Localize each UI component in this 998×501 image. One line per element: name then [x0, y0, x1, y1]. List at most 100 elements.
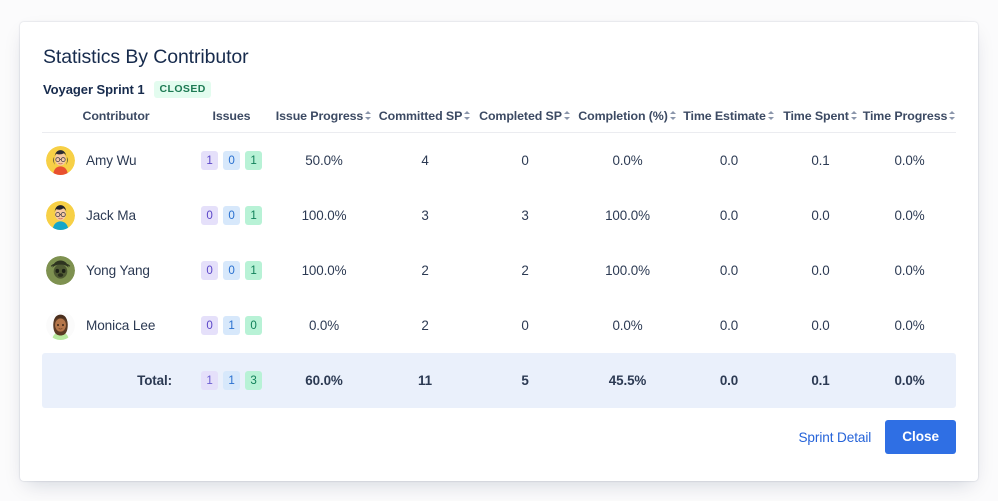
cell-completed-sp: 2: [521, 262, 529, 278]
avatar-jack-ma: [46, 200, 75, 230]
cell-completed-sp: 0: [521, 317, 529, 333]
cell-issues: 1 0 1: [190, 133, 273, 188]
column-header-completion-pct[interactable]: Completion (%): [575, 109, 680, 133]
cell-total-time-progress: 0.0%: [863, 352, 956, 408]
column-header-issues[interactable]: Issues: [190, 109, 273, 133]
cell-time-progress: 0.0%: [894, 262, 925, 278]
cell-issues: 0 0 1: [190, 188, 273, 243]
issue-badge-in-progress: 0: [223, 260, 240, 280]
cell-issue-progress: 50.0%: [305, 152, 343, 168]
cell-total-issue-progress: 60.0%: [273, 352, 375, 408]
issue-badge-in-progress: 1: [223, 315, 240, 335]
cell-time-progress: 0.0%: [894, 152, 925, 168]
cell-time-progress: 0.0%: [894, 207, 925, 223]
issue-badge-todo: 0: [201, 260, 218, 280]
total-label: Total:: [42, 352, 190, 408]
cell-time-estimate: 0.0: [719, 317, 739, 333]
cell-contributor: Jack Ma: [42, 188, 190, 243]
cell-issues: 0 0 1: [190, 243, 273, 298]
cell-contributor: Amy Wu: [42, 133, 190, 188]
cell-total-time-estimate: 0.0: [680, 352, 778, 408]
cell-time-spent: 0.0: [811, 207, 830, 223]
column-label: Time Estimate: [683, 109, 766, 123]
issue-badge-todo: 1: [201, 370, 218, 390]
cell-time-spent: 0.1: [811, 152, 830, 168]
table-row[interactable]: Jack Ma 0 0 1 100.0% 3 3 100.0% 0.0 0.0 …: [42, 188, 956, 243]
cell-completion-pct: 0.0%: [612, 317, 643, 333]
sort-icon[interactable]: [563, 110, 571, 122]
cell-completed-sp: 0: [521, 152, 529, 168]
cell-time-progress: 0.0%: [894, 317, 925, 333]
close-button[interactable]: Close: [885, 420, 956, 454]
statistics-table-wrapper: Contributor Issues Issue Progress Commit…: [42, 109, 956, 408]
cell-issue-progress: 0.0%: [308, 317, 340, 333]
issue-badge-todo: 1: [201, 150, 218, 170]
column-label: Issue Progress: [275, 109, 364, 123]
sprint-name: Voyager Sprint 1: [43, 82, 145, 97]
cell-total-completion-pct: 45.5%: [575, 352, 680, 408]
contributor-name: Monica Lee: [86, 317, 156, 333]
cell-completion-pct: 100.0%: [605, 207, 650, 223]
table-total-row: Total: 1 1 3 60.0% 11 5 45.5% 0.0 0.1 0.…: [42, 352, 956, 408]
page-title: Statistics By Contributor: [43, 46, 249, 68]
avatar-yong-yang: [46, 255, 75, 285]
cell-completed-sp: 3: [521, 207, 529, 223]
issue-badge-in-progress: 0: [223, 205, 240, 225]
table-row[interactable]: Amy Wu 1 0 1 50.0% 4 0 0.0% 0.0 0.1 0.0%: [42, 133, 956, 188]
column-header-time-estimate[interactable]: Time Estimate: [680, 109, 778, 133]
cell-completion-pct: 0.0%: [612, 152, 643, 168]
column-label: Time Progress: [862, 109, 948, 123]
column-label: Completed SP: [479, 109, 562, 123]
sort-icon[interactable]: [669, 110, 677, 122]
sprint-detail-link[interactable]: Sprint Detail: [798, 430, 871, 445]
sort-icon[interactable]: [365, 110, 372, 122]
cell-time-spent: 0.0: [811, 317, 830, 333]
sort-icon[interactable]: [850, 110, 858, 122]
cell-time-estimate: 0.0: [719, 262, 739, 278]
column-label: Completion (%): [578, 109, 668, 123]
table-header-row: Contributor Issues Issue Progress Commit…: [42, 109, 956, 133]
table-body: Amy Wu 1 0 1 50.0% 4 0 0.0% 0.0 0.1 0.0%…: [42, 133, 956, 408]
issue-badge-todo: 0: [201, 315, 218, 335]
cell-committed-sp: 3: [421, 207, 429, 223]
statistics-table: Contributor Issues Issue Progress Commit…: [42, 109, 956, 408]
modal-footer: Sprint Detail Close: [42, 420, 956, 481]
cell-completion-pct: 100.0%: [605, 262, 650, 278]
issue-badge-in-progress: 1: [223, 370, 240, 390]
issue-badge-done: 1: [245, 150, 262, 170]
column-header-time-spent[interactable]: Time Spent: [778, 109, 863, 133]
sort-icon[interactable]: [767, 110, 775, 122]
contributor-name: Jack Ma: [86, 207, 136, 223]
cell-time-estimate: 0.0: [719, 207, 739, 223]
cell-contributor: Monica Lee: [42, 298, 190, 353]
column-header-completed-sp[interactable]: Completed SP: [475, 109, 575, 133]
issue-badge-todo: 0: [201, 205, 218, 225]
column-header-issue-progress[interactable]: Issue Progress: [273, 109, 375, 133]
issue-badge-done: 1: [245, 205, 262, 225]
cell-contributor: Yong Yang: [42, 243, 190, 298]
contributor-name: Amy Wu: [86, 152, 137, 168]
table-head: Contributor Issues Issue Progress Commit…: [42, 109, 956, 133]
issue-badge-in-progress: 0: [223, 150, 240, 170]
statistics-modal: Statistics By Contributor Voyager Sprint…: [20, 22, 978, 481]
column-header-committed-sp[interactable]: Committed SP: [375, 109, 475, 133]
cell-issue-progress: 100.0%: [301, 262, 347, 278]
column-header-contributor[interactable]: Contributor: [42, 109, 190, 133]
cell-committed-sp: 2: [421, 262, 429, 278]
column-label: Issues: [212, 109, 251, 123]
cell-issues: 0 1 0: [190, 298, 273, 353]
sort-icon[interactable]: [949, 110, 956, 122]
cell-time-spent: 0.0: [811, 262, 830, 278]
cell-committed-sp: 2: [421, 317, 429, 333]
cell-time-estimate: 0.0: [719, 152, 739, 168]
column-header-time-progress[interactable]: Time Progress: [863, 109, 956, 133]
page-root: Statistics By Contributor Voyager Sprint…: [0, 0, 998, 501]
table-row[interactable]: Yong Yang 0 0 1 100.0% 2 2 100.0% 0.0 0.…: [42, 243, 956, 298]
cell-committed-sp: 4: [421, 152, 429, 168]
status-badge: CLOSED: [153, 81, 211, 98]
table-row[interactable]: Monica Lee 0 1 0 0.0% 2 0 0.0% 0.0 0.0 0…: [42, 298, 956, 353]
column-label: Contributor: [82, 109, 150, 123]
contributor-name: Yong Yang: [86, 262, 150, 278]
sort-icon[interactable]: [464, 110, 471, 122]
cell-total-committed-sp: 11: [375, 352, 475, 408]
